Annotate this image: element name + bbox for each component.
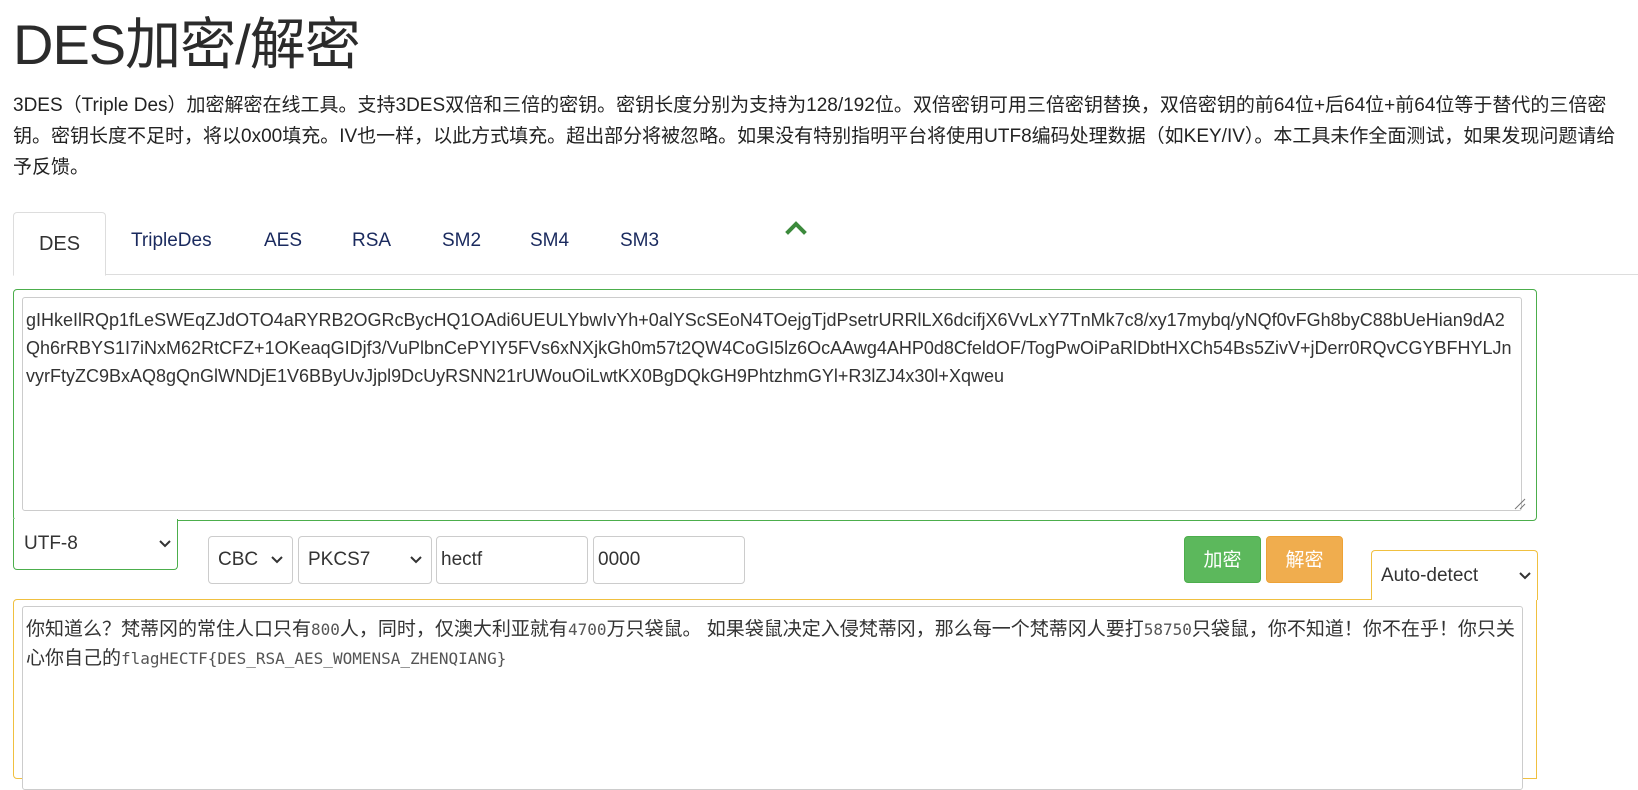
input-encoding-value: UTF-8 (24, 533, 78, 554)
input-encoding-select[interactable]: UTF-8 (13, 519, 178, 570)
tab-rsa[interactable]: RSA (352, 212, 391, 274)
tab-sm3[interactable]: SM3 (620, 212, 659, 274)
iv-input[interactable]: 0000 (593, 536, 745, 584)
output-textarea[interactable]: 你知道么？梵蒂冈的常住人口只有800人，同时，仅澳大利亚就有4700万只袋鼠。 … (22, 606, 1523, 790)
chevron-down-icon (159, 540, 171, 548)
input-textarea[interactable]: gIHkeIlRQp1fLeSWEqZJdOTO4aRYRB2OGRcBycHQ… (22, 297, 1522, 511)
chevron-down-icon (410, 556, 422, 564)
mode-select[interactable]: CBC (208, 536, 293, 584)
output-text-1: 你知道么？梵蒂冈的常住人口只有 (26, 619, 312, 640)
page-description: 3DES（Triple Des）加密解密在线工具。支持3DES双倍和三倍的密钥。… (13, 95, 1616, 178)
output-flag: flagHECTF{DES_RSA_AES_WOMENSA_ZHENQIANG} (121, 649, 507, 668)
tab-sm2[interactable]: SM2 (442, 212, 481, 274)
key-input[interactable]: hectf (436, 536, 588, 584)
encrypt-button[interactable]: 加密 (1184, 536, 1261, 583)
resize-grip-icon[interactable] (1512, 496, 1526, 510)
algorithm-tabs: DES TripleDes AES RSA SM2 SM4 SM3 (13, 212, 1638, 276)
tab-sm4[interactable]: SM4 (530, 212, 569, 274)
output-encoding-value: Auto-detect (1381, 565, 1479, 586)
tab-des[interactable]: DES (13, 212, 106, 276)
padding-select[interactable]: PKCS7 (298, 536, 432, 584)
output-text-3: 万只袋鼠。 如果袋鼠决定入侵梵蒂冈，那么每一个梵蒂冈人要打 (606, 619, 1144, 640)
chevron-down-icon (1519, 572, 1531, 580)
output-encoding-select[interactable]: Auto-detect (1371, 550, 1538, 600)
mode-value: CBC (218, 549, 259, 570)
chevron-down-icon (271, 556, 283, 564)
padding-value: PKCS7 (308, 549, 371, 570)
output-text-2: 人，同时，仅澳大利亚就有 (339, 619, 568, 640)
output-num-1: 800 (311, 620, 340, 639)
page-title: DES加密/解密 (13, 13, 361, 76)
tab-tripledes[interactable]: TripleDes (131, 212, 212, 274)
output-num-3: 58750 (1143, 620, 1192, 639)
chevron-up-icon[interactable] (785, 218, 807, 236)
decrypt-button[interactable]: 解密 (1266, 536, 1343, 583)
output-num-2: 4700 (567, 620, 607, 639)
tab-aes[interactable]: AES (264, 212, 302, 274)
